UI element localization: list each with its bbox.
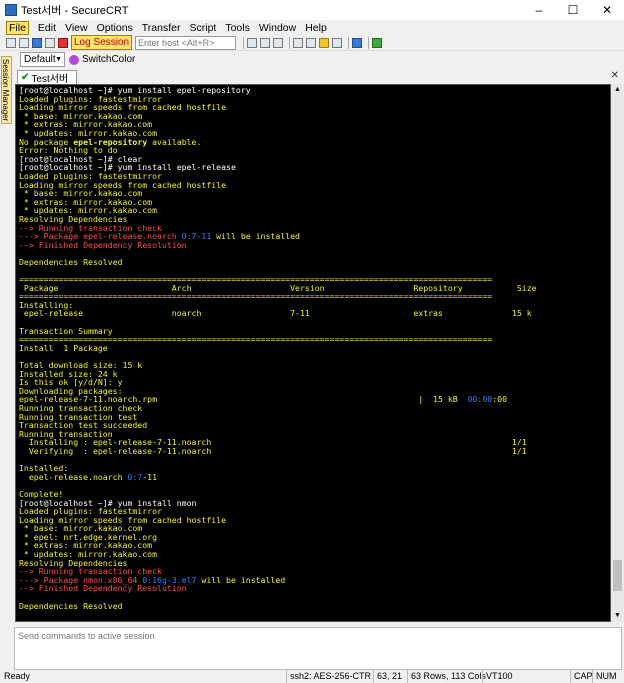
- terminal-text: -11: [142, 471, 158, 482]
- find-icon[interactable]: [273, 37, 284, 48]
- reconnect-icon[interactable]: [45, 37, 55, 48]
- switchcolor-button[interactable]: SwitchColor: [69, 54, 135, 65]
- menu-file[interactable]: File: [6, 20, 29, 35]
- securecrt-app-icon: [5, 4, 17, 16]
- terminal-line: ========================================…: [19, 618, 610, 621]
- terminal-text: ========================================…: [19, 291, 493, 302]
- enter-host-input[interactable]: Enter host <Alt+R>: [135, 35, 237, 50]
- toolbar-separator: [368, 36, 370, 49]
- toolbar-separator: [289, 36, 291, 49]
- title-bar: Test서버 - SecureCRT – ☐ ✕: [0, 0, 624, 20]
- terminal-line: epel-release noarch 7-11 extras 15 k: [19, 309, 610, 318]
- status-num: NUM: [592, 670, 617, 683]
- terminal-line: Dependencies Resolved: [19, 258, 610, 267]
- terminal-text: --> Finished Dependency Resolution: [19, 239, 187, 250]
- status-cipher: ssh2: AES-256-CTR: [286, 670, 371, 683]
- status-bar: Ready ssh2: AES-256-CTR 63, 21 63 Rows, …: [0, 670, 624, 683]
- terminal-text: 00:00: [467, 394, 493, 405]
- button-bar: Default ▼ SwitchColor: [14, 51, 624, 68]
- print-icon[interactable]: [293, 37, 304, 48]
- terminal-text: Verifying : epel-release-7-11.noarch 1/1: [19, 445, 527, 456]
- session-manager-tab[interactable]: Session Manager: [1, 56, 12, 124]
- button-bar-select[interactable]: Default ▼: [20, 52, 65, 67]
- terminal-text: Dependencies Resolved: [19, 256, 123, 267]
- menu-view[interactable]: View: [65, 22, 88, 34]
- command-window-placeholder: Send commands to active session: [18, 631, 155, 641]
- terminal-scrollbar[interactable]: ▲ ▼: [611, 84, 624, 622]
- main-toolbar: Log Session Enter host <Alt+R>: [0, 35, 624, 51]
- toolbar-separator: [348, 36, 350, 49]
- menu-help[interactable]: Help: [305, 22, 327, 34]
- help-icon[interactable]: [352, 37, 363, 48]
- terminal-line: Verifying : epel-release-7-11.noarch 1/1: [19, 447, 610, 456]
- terminal-line: Install 1 Package: [19, 344, 610, 353]
- switchcolor-icon: [69, 54, 79, 65]
- status-cap: CAP: [570, 670, 593, 683]
- terminal-text: will be installed: [211, 231, 300, 242]
- toolbar-separator: [243, 36, 245, 49]
- terminal-text: --> Finished Dependency Resolution: [19, 583, 187, 594]
- terminal-text: :00: [492, 394, 508, 405]
- session-manager-sidebar: Session Manager: [0, 51, 14, 670]
- terminal-text: epel-release noarch 7-11 extras 15 k: [19, 308, 532, 319]
- menu-tools[interactable]: Tools: [225, 22, 250, 34]
- terminal-line: --> Finished Dependency Resolution: [19, 239, 610, 250]
- terminal-line: ========================================…: [19, 292, 610, 301]
- log-session-button[interactable]: Log Session: [71, 35, 133, 50]
- disconnect-icon[interactable]: [58, 37, 68, 48]
- paste-icon[interactable]: [260, 37, 271, 48]
- keymap-icon[interactable]: [332, 37, 343, 48]
- window-title: Test서버 - SecureCRT: [21, 5, 129, 17]
- tab-test-server[interactable]: ✔ Test서버: [17, 70, 77, 85]
- terminal-text: 0:7: [127, 471, 143, 482]
- maximize-button[interactable]: ☐: [556, 0, 590, 20]
- copy-icon[interactable]: [247, 37, 258, 48]
- status-ready: Ready: [4, 671, 31, 681]
- tab-label: Test서버: [31, 74, 69, 85]
- switchcolor-label: SwitchColor: [82, 54, 136, 65]
- terminal-line: --> Finished Dependency Resolution: [19, 584, 610, 593]
- sftp-icon[interactable]: [372, 37, 383, 48]
- settings-icon[interactable]: [306, 37, 317, 48]
- terminal-text: ========================================…: [19, 618, 492, 621]
- connected-check-icon: ✔: [21, 72, 30, 83]
- quick-connect-icon[interactable]: [19, 37, 29, 48]
- status-cursor: 63, 21: [373, 670, 402, 683]
- scroll-down-icon[interactable]: ▼: [611, 610, 624, 622]
- scrollbar-thumb[interactable]: [613, 559, 622, 591]
- terminal-screen[interactable]: [root@localhost ~]# yum install epel-rep…: [15, 84, 611, 622]
- menu-bar: File Edit View Options Transfer Script T…: [0, 20, 624, 35]
- chevron-down-icon: ▼: [55, 56, 62, 63]
- menu-transfer[interactable]: Transfer: [142, 22, 181, 34]
- menu-edit[interactable]: Edit: [38, 22, 56, 34]
- tab-close-icon[interactable]: ✕: [611, 70, 619, 81]
- terminal-output: [root@localhost ~]# yum install epel-rep…: [19, 86, 610, 621]
- tab-strip: ✔ Test서버 ✕: [14, 69, 624, 85]
- status-size: 63 Rows, 113 Cols: [407, 670, 486, 683]
- menu-options[interactable]: Options: [97, 22, 133, 34]
- terminal-text: will be installed: [196, 574, 286, 585]
- minimize-button[interactable]: –: [522, 0, 556, 20]
- terminal-text: available.: [147, 136, 202, 147]
- terminal-text: Dependencies Resolved: [19, 600, 123, 611]
- close-button[interactable]: ✕: [590, 0, 624, 20]
- button-bar-select-value: Default: [24, 54, 56, 65]
- terminal-line: Dependencies Resolved: [19, 600, 610, 611]
- terminal-text: epel-release.noarch: [19, 471, 128, 482]
- command-window[interactable]: Send commands to active session: [14, 627, 622, 670]
- status-emulation: VT100: [482, 670, 513, 683]
- key-icon[interactable]: [319, 37, 330, 48]
- connect-icon[interactable]: [6, 37, 16, 48]
- connect-tab-icon[interactable]: [32, 37, 42, 48]
- terminal-line: epel-release.noarch 0:7-11: [19, 471, 610, 482]
- window-controls: – ☐ ✕: [522, 0, 624, 20]
- scroll-up-icon[interactable]: ▲: [611, 84, 624, 96]
- menu-window[interactable]: Window: [259, 22, 296, 34]
- terminal-text: Install 1 Package: [19, 342, 108, 353]
- menu-script[interactable]: Script: [190, 22, 217, 34]
